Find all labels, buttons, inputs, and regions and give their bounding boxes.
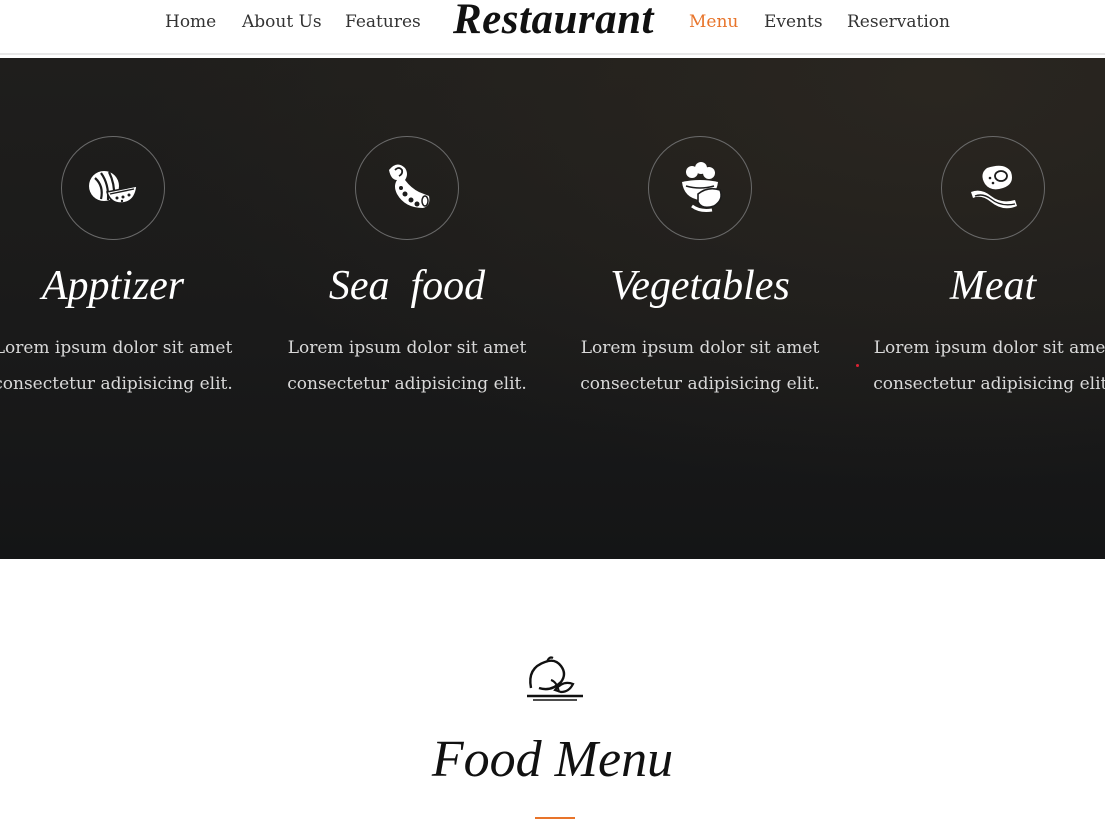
- category-icon-circle[interactable]: [648, 136, 752, 240]
- category-sea-food: Sea food Lorem ipsum dolor sit amet cons…: [257, 136, 557, 402]
- category-vegetables: Vegetables Lorem ipsum dolor sit amet co…: [550, 136, 850, 402]
- egg-bacon-icon: [971, 165, 1017, 209]
- description-line: Lorem ipsum dolor sit amet: [0, 338, 233, 358]
- description-line: Lorem ipsum dolor sit amet: [873, 338, 1105, 358]
- category-title: Apptizer: [41, 263, 185, 309]
- octopus-tentacle-icon: [389, 164, 430, 208]
- description-line: Lorem ipsum dolor sit amet: [580, 338, 820, 358]
- top-navigation: Home About Us Features Restaurant Menu E…: [0, 0, 1105, 55]
- category-icon-circle[interactable]: [941, 136, 1045, 240]
- category-icon-circle[interactable]: [61, 136, 165, 240]
- category-appetizer: Apptizer Lorem ipsum dolor sit amet cons…: [0, 136, 263, 402]
- nav-link-events[interactable]: Events: [764, 12, 823, 32]
- description-line: consectetur adipisicing elit.: [0, 374, 233, 394]
- cloche-icon: [527, 656, 583, 701]
- category-description: Lorem ipsum dolor sit amet consectetur a…: [550, 330, 850, 402]
- watermelon-icon: [89, 171, 138, 204]
- category-meat: Meat Lorem ipsum dolor sit amet consecte…: [843, 136, 1105, 402]
- category-title: Vegetables: [610, 263, 790, 309]
- category-description: Lorem ipsum dolor sit amet consectetur a…: [0, 330, 263, 402]
- category-icon-circle[interactable]: [355, 136, 459, 240]
- category-description: Lorem ipsum dolor sit amet consectetur a…: [257, 330, 557, 402]
- nav-link-home[interactable]: Home: [165, 12, 216, 32]
- nav-link-about-us[interactable]: About Us: [242, 12, 322, 32]
- menu-categories-band: Apptizer Lorem ipsum dolor sit amet cons…: [0, 58, 1105, 559]
- description-line: consectetur adipisicing elit.: [873, 374, 1105, 394]
- nav-link-reservation[interactable]: Reservation: [847, 12, 950, 32]
- heading-underline: [535, 817, 575, 819]
- brand-logo[interactable]: Restaurant: [453, 0, 654, 44]
- description-line: Lorem ipsum dolor sit amet: [287, 338, 527, 358]
- description-line: consectetur adipisicing elit.: [287, 374, 527, 394]
- vegetable-basket-icon: [682, 162, 722, 212]
- nav-link-features[interactable]: Features: [345, 12, 421, 32]
- description-line: consectetur adipisicing elit.: [580, 374, 820, 394]
- category-title: Meat: [949, 263, 1037, 309]
- category-title: Sea food: [328, 263, 486, 309]
- food-menu-heading: Food Menu: [431, 731, 674, 788]
- category-description: Lorem ipsum dolor sit amet consectetur a…: [843, 330, 1105, 402]
- decorative-dot: [856, 364, 859, 367]
- nav-link-menu[interactable]: Menu: [689, 12, 738, 32]
